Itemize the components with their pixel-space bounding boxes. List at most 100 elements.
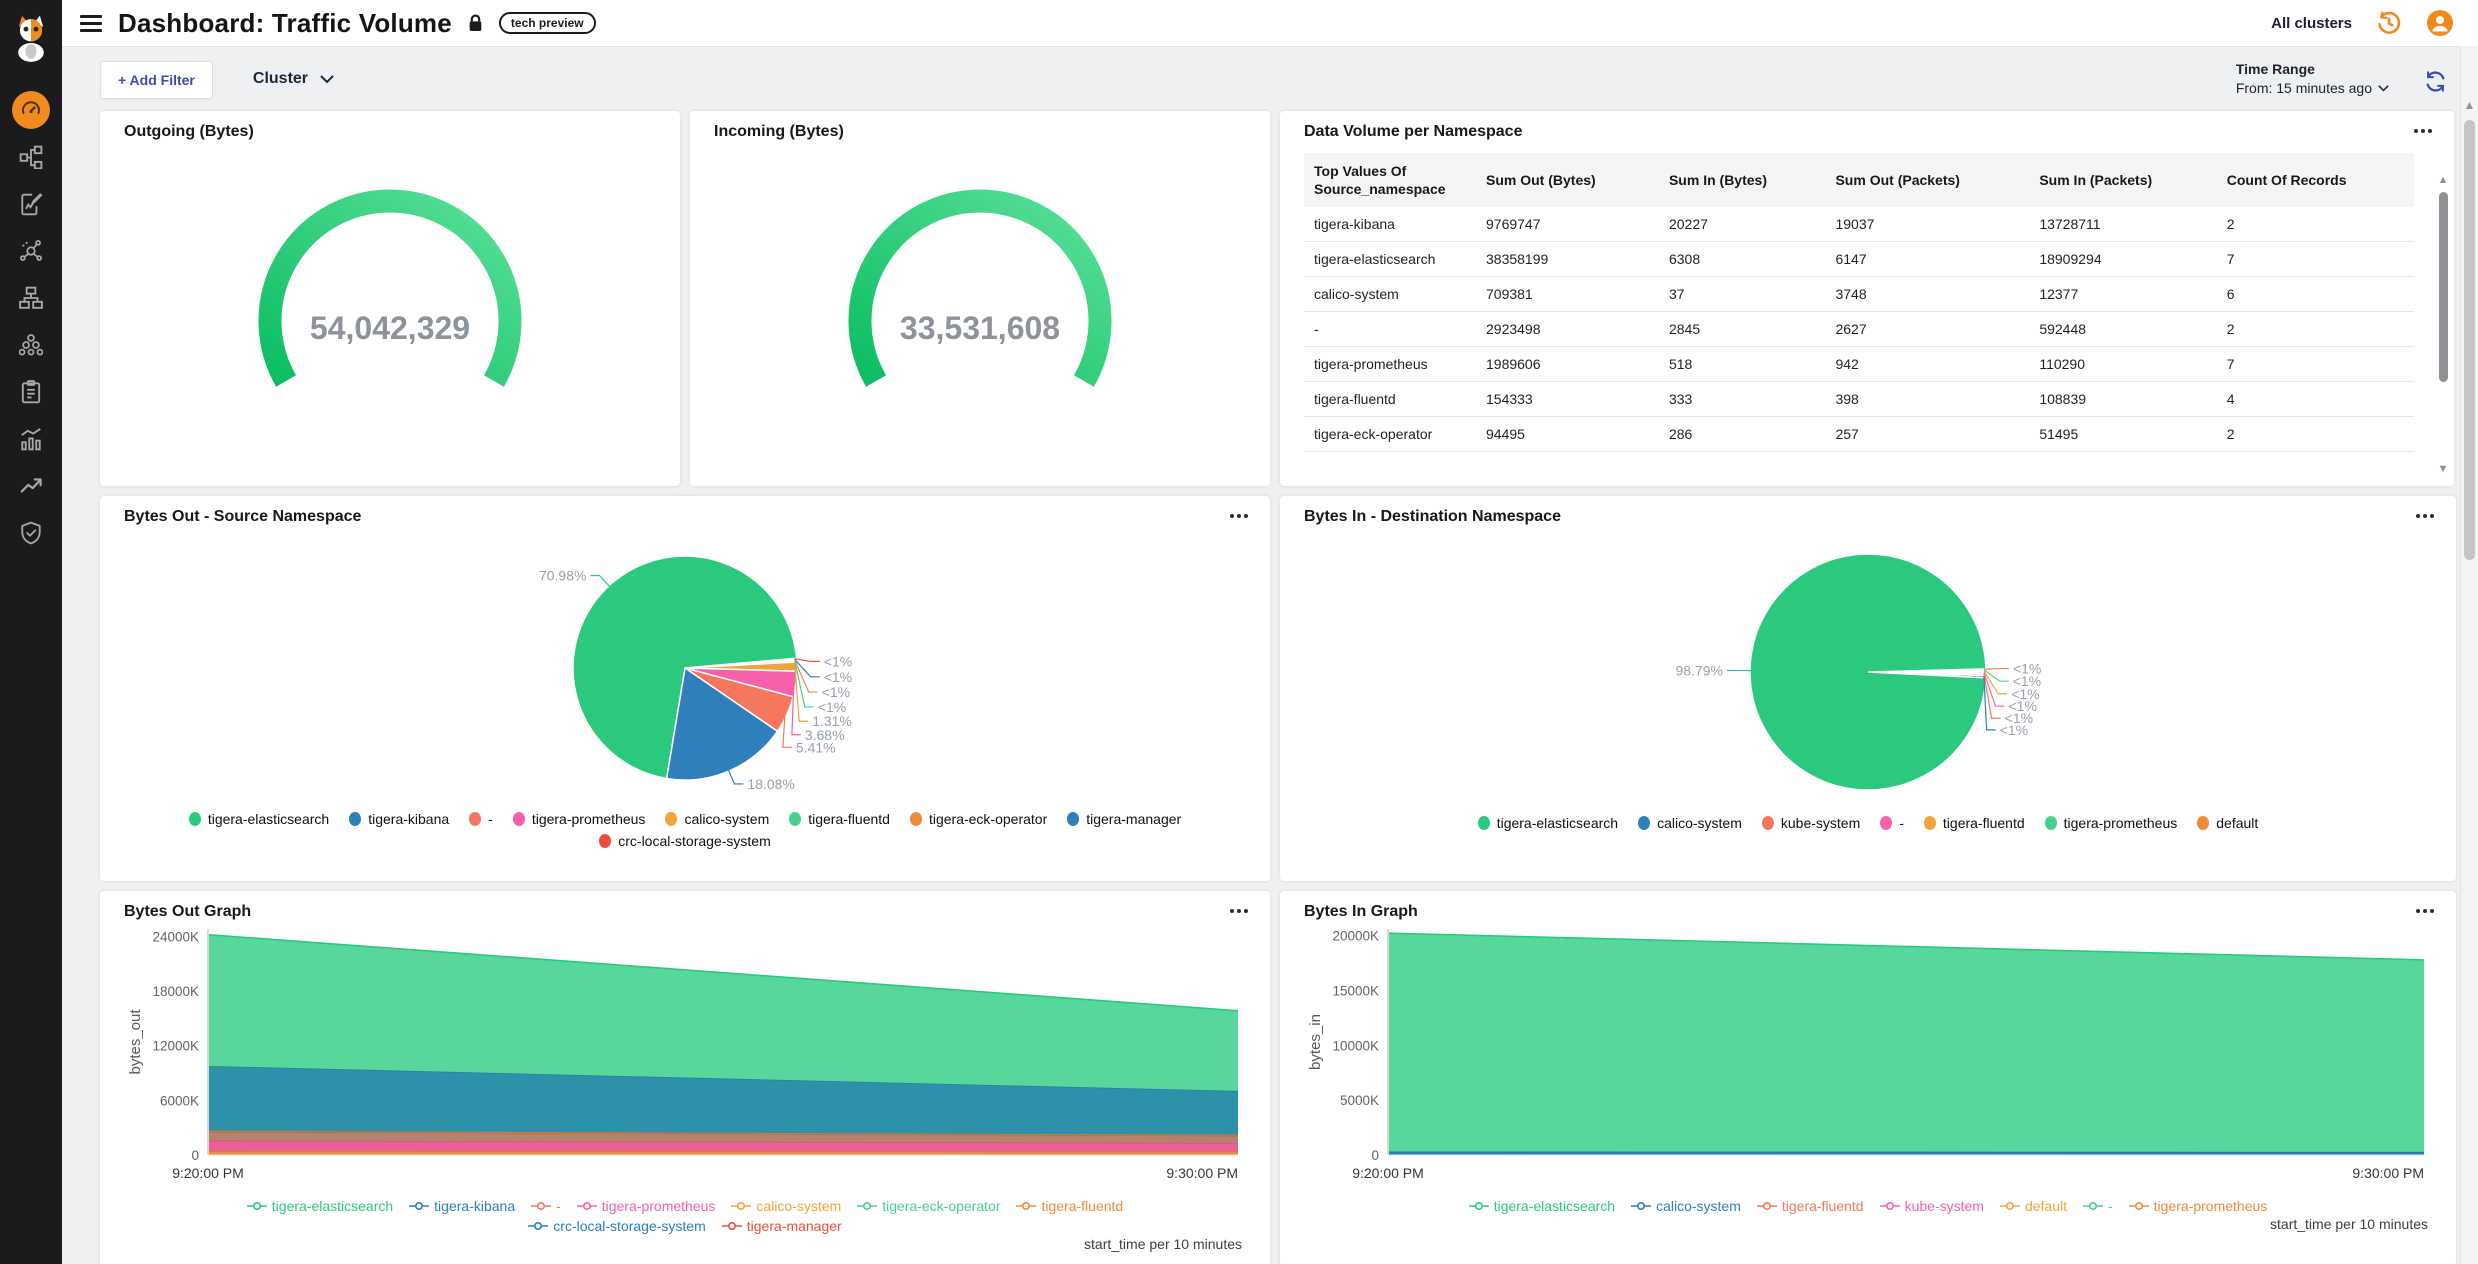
nav-clusters[interactable]: [0, 321, 62, 368]
legend-item-tigera-prometheus[interactable]: tigera-prometheus: [2045, 815, 2178, 831]
scroll-up-icon[interactable]: ▲: [2461, 98, 2478, 112]
time-range-value[interactable]: From: 15 minutes ago: [2236, 80, 2389, 96]
table-column-header[interactable]: Top Values Of Source_namespace: [1304, 153, 1476, 207]
pie-percent-label: 5.41%: [796, 739, 836, 755]
legend-item-tigera-fluentd[interactable]: tigera-fluentd: [1016, 1198, 1123, 1214]
calico-cat-logo[interactable]: [9, 10, 53, 66]
nav-dashboards[interactable]: [0, 86, 62, 133]
legend-item-crc-local-storage-system[interactable]: crc-local-storage-system: [599, 833, 770, 849]
sidebar: [0, 0, 62, 1264]
legend-item-tigera-eck-operator[interactable]: tigera-eck-operator: [857, 1198, 1000, 1214]
table-row: tigera-eck-operator94495286257514952: [1304, 417, 2414, 452]
legend-item-tigera-elasticsearch[interactable]: tigera-elasticsearch: [1469, 1198, 1615, 1214]
nav-network[interactable]: [0, 274, 62, 321]
nav-statistics[interactable]: [0, 415, 62, 462]
scrollbar-thumb[interactable]: [2464, 120, 2475, 560]
table-column-header[interactable]: Sum Out (Bytes): [1476, 153, 1659, 207]
legend-item-tigera-kibana[interactable]: tigera-kibana: [409, 1198, 515, 1214]
legend-item--[interactable]: -: [531, 1198, 561, 1214]
bar-chart-icon: [19, 427, 43, 451]
history-button[interactable]: [2376, 10, 2402, 36]
legend-item-calico-system[interactable]: calico-system: [731, 1198, 841, 1214]
legend-line-marker-icon: [528, 1221, 548, 1231]
legend-item-kube-system[interactable]: kube-system: [1880, 1198, 1984, 1214]
panel-title: Bytes Out Graph: [124, 903, 1246, 921]
hamburger-menu-icon[interactable]: [80, 15, 102, 32]
scrollbar-thumb[interactable]: [2439, 192, 2448, 382]
legend-dot-icon: [1880, 816, 1892, 830]
table-column-header[interactable]: Sum In (Bytes): [1659, 153, 1826, 207]
panel-menu-button[interactable]: [1226, 510, 1252, 522]
legend-dot-icon: [1762, 816, 1774, 830]
legend-dot-icon: [189, 812, 201, 826]
legend-item--[interactable]: -: [2083, 1198, 2113, 1214]
nav-trends[interactable]: [0, 462, 62, 509]
legend-item-tigera-fluentd[interactable]: tigera-fluentd: [789, 811, 890, 827]
refresh-button[interactable]: [2423, 61, 2448, 94]
pie-percent-label: <1%: [824, 653, 852, 669]
panel-menu-button[interactable]: [2412, 510, 2438, 522]
legend-item--[interactable]: -: [469, 811, 493, 827]
graph-legend: tigera-elasticsearch calico-system tigera-…: [1348, 1198, 2388, 1214]
legend-dot-icon: [1924, 816, 1936, 830]
legend-item-tigera-prometheus[interactable]: tigera-prometheus: [577, 1198, 716, 1214]
legend-line-marker-icon: [2083, 1201, 2103, 1211]
nav-service-graph[interactable]: [0, 227, 62, 274]
legend-line-marker-icon: [1016, 1201, 1036, 1211]
trend-arrow-icon: [19, 474, 43, 498]
dashboard-gauge-icon: [12, 91, 50, 129]
legend-item-kube-system[interactable]: kube-system: [1762, 815, 1860, 831]
scroll-down-icon[interactable]: ▼: [2438, 464, 2449, 475]
legend-item-crc-local-storage-system[interactable]: crc-local-storage-system: [528, 1218, 705, 1234]
page-scrollbar[interactable]: ▲: [2460, 46, 2478, 1264]
legend-item-tigera-prometheus[interactable]: tigera-prometheus: [2129, 1198, 2268, 1214]
add-filter-button[interactable]: + Add Filter: [100, 61, 213, 99]
legend-item-tigera-manager[interactable]: tigera-manager: [722, 1218, 842, 1234]
table-column-header[interactable]: Sum In (Packets): [2029, 153, 2216, 207]
nav-policies[interactable]: [0, 180, 62, 227]
bytes-out-pie-chart: <1%<1%<1%<1%1.31%3.68%5.41%18.08%70.98%: [124, 526, 1246, 798]
nav-threat-defense[interactable]: [0, 509, 62, 556]
legend-line-marker-icon: [1631, 1201, 1651, 1211]
nav-flow-visualizations[interactable]: [0, 133, 62, 180]
legend-item-tigera-fluentd[interactable]: tigera-fluentd: [1924, 815, 2025, 831]
pie-percent-label: 70.98%: [539, 567, 586, 583]
table-column-header[interactable]: Count Of Records: [2217, 153, 2414, 207]
table-column-header[interactable]: Sum Out (Packets): [1825, 153, 2029, 207]
legend-item-tigera-fluentd[interactable]: tigera-fluentd: [1757, 1198, 1864, 1214]
panel-menu-button[interactable]: [1226, 905, 1252, 917]
panel-menu-button[interactable]: [2410, 125, 2436, 137]
legend-item-tigera-manager[interactable]: tigera-manager: [1067, 811, 1181, 827]
legend-item-default[interactable]: default: [2197, 815, 2258, 831]
legend-item-calico-system[interactable]: calico-system: [1638, 815, 1742, 831]
area-series-tigera-elasticsearch[interactable]: [209, 935, 1238, 1091]
table-scrollbar[interactable]: ▲ ▼: [2436, 175, 2450, 475]
nav-compliance[interactable]: [0, 368, 62, 415]
cluster-dropdown[interactable]: Cluster: [253, 61, 334, 88]
legend-item-tigera-kibana[interactable]: tigera-kibana: [349, 811, 449, 827]
user-menu-button[interactable]: [2426, 9, 2454, 37]
y-axis-tick: 20000K: [1332, 929, 1379, 944]
legend-item-calico-system[interactable]: calico-system: [665, 811, 769, 827]
panel-menu-button[interactable]: [2412, 905, 2438, 917]
legend-item-tigera-elasticsearch[interactable]: tigera-elasticsearch: [247, 1198, 393, 1214]
table-row: tigera-prometheus19896065189421102907: [1304, 347, 2414, 382]
panel-title: Bytes In - Destination Namespace: [1304, 508, 2432, 526]
legend-item-tigera-prometheus[interactable]: tigera-prometheus: [513, 811, 646, 827]
legend-item--[interactable]: -: [1880, 815, 1904, 831]
legend-item-tigera-elasticsearch[interactable]: tigera-elasticsearch: [1478, 815, 1618, 831]
legend-item-tigera-elasticsearch[interactable]: tigera-elasticsearch: [189, 811, 329, 827]
legend-item-tigera-eck-operator[interactable]: tigera-eck-operator: [910, 811, 1047, 827]
legend-dot-icon: [469, 812, 481, 826]
scroll-up-icon[interactable]: ▲: [2438, 175, 2449, 186]
legend-item-default[interactable]: default: [2000, 1198, 2067, 1214]
history-clock-icon: [2376, 10, 2402, 36]
legend-item-calico-system[interactable]: calico-system: [1631, 1198, 1741, 1214]
x-axis-tick-end: 9:30:00 PM: [2352, 1165, 2424, 1181]
table-row: -2923498284526275924482: [1304, 312, 2414, 347]
page-title: Dashboard: Traffic Volume: [118, 8, 452, 39]
area-series-tigera-elasticsearch[interactable]: [1389, 933, 2424, 1152]
legend-dot-icon: [665, 812, 677, 826]
all-clusters-label[interactable]: All clusters: [2271, 15, 2352, 32]
molecule-icon: [19, 239, 43, 263]
